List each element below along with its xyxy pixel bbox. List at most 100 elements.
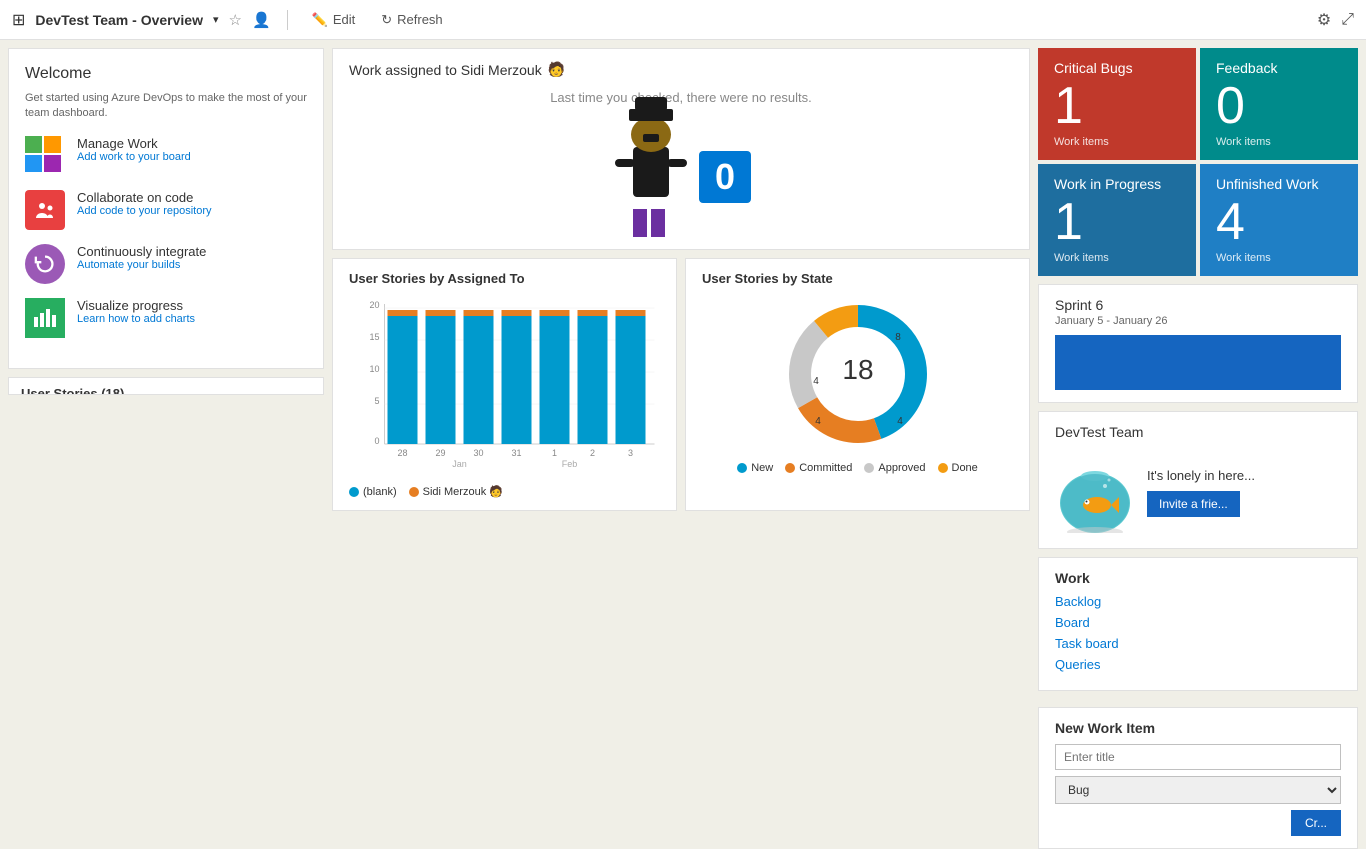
- edit-button[interactable]: ✏️ Edit: [304, 8, 364, 32]
- chevron-down-icon[interactable]: ▾: [213, 13, 219, 26]
- empty-message: Last time you checked, there were no res…: [550, 90, 812, 105]
- sprint-panel: Sprint 6 January 5 - January 26: [1038, 284, 1358, 403]
- bar-chart-svg: 20 15 10 5 0: [349, 294, 660, 474]
- donut-chart-legend: New Committed Approved Done: [702, 462, 1013, 474]
- sprint-title: Sprint 6: [1055, 297, 1341, 313]
- zero-badge: 0: [699, 151, 751, 203]
- welcome-desc: Get started using Azure DevOps to make t…: [25, 91, 307, 122]
- stat-feedback-number: 0: [1216, 80, 1342, 132]
- board-link[interactable]: Board: [1055, 615, 1341, 630]
- integrate-icon: [25, 244, 65, 284]
- stat-critical-bugs-title: Critical Bugs: [1054, 60, 1180, 76]
- visualize-icon: [25, 298, 65, 338]
- work-assigned-content: Last time you checked, there were no res…: [349, 86, 1013, 237]
- character-figure: [611, 117, 691, 237]
- svg-text:Feb: Feb: [562, 459, 578, 469]
- new-work-item-title: New Work Item: [1055, 720, 1341, 736]
- manage-work-title: Manage Work: [77, 136, 191, 151]
- backlog-link[interactable]: Backlog: [1055, 594, 1341, 609]
- left-column: Welcome Get started using Azure DevOps t…: [8, 48, 324, 378]
- work-assigned-title: Work assigned to Sidi Merzouk 🧑: [349, 61, 1013, 78]
- new-work-title-input[interactable]: [1055, 744, 1341, 770]
- visualize-link[interactable]: Learn how to add charts: [77, 313, 195, 325]
- work-links-panel: Work Backlog Board Task board Queries: [1038, 557, 1358, 691]
- stat-unfinished-number: 4: [1216, 196, 1342, 248]
- svg-text:3: 3: [628, 448, 633, 458]
- svg-text:8: 8: [895, 332, 901, 343]
- queries-link[interactable]: Queries: [1055, 657, 1341, 672]
- svg-text:15: 15: [369, 332, 379, 342]
- page-title: DevTest Team - Overview: [35, 12, 203, 28]
- fish-bowl: [1055, 448, 1135, 536]
- stat-critical-bugs-number: 1: [1054, 80, 1180, 132]
- task-board-link[interactable]: Task board: [1055, 636, 1341, 651]
- stat-wip-title: Work in Progress: [1054, 176, 1180, 192]
- manage-work-link[interactable]: Add work to your board: [77, 151, 191, 163]
- star-icon[interactable]: ☆: [229, 11, 242, 29]
- welcome-item-integrate: Continuously integrate Automate your bui…: [25, 244, 307, 284]
- stat-wip[interactable]: Work in Progress 1 Work items: [1038, 164, 1196, 276]
- stat-unfinished-subtitle: Work items: [1216, 252, 1342, 264]
- collaborate-icon: [25, 190, 65, 230]
- legend-new: New: [737, 462, 773, 474]
- sprint-dates: January 5 - January 26: [1055, 315, 1341, 327]
- svg-text:1: 1: [552, 448, 557, 458]
- stat-critical-bugs[interactable]: Critical Bugs 1 Work items: [1038, 48, 1196, 160]
- legend-approved: Approved: [864, 462, 925, 474]
- welcome-item-visualize: Visualize progress Learn how to add char…: [25, 298, 307, 338]
- svg-text:4: 4: [897, 416, 903, 427]
- svg-text:10: 10: [369, 364, 379, 374]
- stat-feedback-title: Feedback: [1216, 60, 1342, 76]
- create-work-item-button[interactable]: Cr...: [1291, 810, 1341, 836]
- stat-feedback[interactable]: Feedback 0 Work items: [1200, 48, 1358, 160]
- sprint-chart: [1055, 335, 1341, 390]
- svg-text:Jan: Jan: [452, 459, 467, 469]
- person-emoji: 🧑: [548, 61, 565, 78]
- stat-unfinished[interactable]: Unfinished Work 4 Work items: [1200, 164, 1358, 276]
- bottom-charts: User Stories by Assigned To 20 15 10 5 0: [332, 258, 1030, 511]
- right-column: Critical Bugs 1 Work items Feedback 0 Wo…: [1038, 48, 1358, 378]
- donut-chart-title: User Stories by State: [702, 271, 1013, 286]
- dashboard-icon: ⊞: [12, 10, 25, 30]
- work-assigned-panel: Work assigned to Sidi Merzouk 🧑 Last tim…: [332, 48, 1030, 250]
- devtest-panel: DevTest Team: [1038, 411, 1358, 549]
- invite-button[interactable]: Invite a frie...: [1147, 491, 1240, 517]
- svg-text:30: 30: [473, 448, 483, 458]
- bar-chart-legend: (blank) Sidi Merzouk 🧑: [349, 485, 660, 498]
- welcome-title: Welcome: [25, 65, 307, 83]
- expand-icon[interactable]: ⤢: [1341, 11, 1354, 29]
- collaborate-link[interactable]: Add code to your repository: [77, 205, 212, 217]
- settings-icon[interactable]: ⚙: [1317, 10, 1331, 30]
- topbar: ⊞ DevTest Team - Overview ▾ ☆ 👤 ✏️ Edit …: [0, 0, 1366, 40]
- new-work-item-panel: New Work Item Bug Cr...: [1038, 707, 1358, 849]
- bar-chart-panel: User Stories by Assigned To 20 15 10 5 0: [332, 258, 677, 511]
- character-illustration: 0: [611, 117, 751, 237]
- svg-text:20: 20: [369, 300, 379, 310]
- svg-text:5: 5: [374, 396, 379, 406]
- donut-chart-panel: User Stories by State: [685, 258, 1030, 511]
- person-icon[interactable]: 👤: [252, 11, 271, 29]
- divider: [287, 10, 288, 30]
- devtest-title: DevTest Team: [1055, 424, 1341, 440]
- stat-feedback-subtitle: Work items: [1216, 136, 1342, 148]
- legend-blank: (blank): [349, 485, 397, 498]
- svg-text:4: 4: [813, 376, 819, 387]
- refresh-button[interactable]: ↻ Refresh: [373, 8, 450, 32]
- fish-bowl-svg: [1055, 448, 1135, 533]
- user-stories-panel: User Stories (18) ID Work ... Title Assi…: [8, 377, 324, 395]
- work-links-title: Work: [1055, 570, 1341, 586]
- pencil-icon: ✏️: [312, 12, 328, 28]
- legend-committed: Committed: [785, 462, 852, 474]
- topbar-right: ⚙ ⤢: [1317, 10, 1354, 30]
- integrate-title: Continuously integrate: [77, 244, 206, 259]
- collaborate-title: Collaborate on code: [77, 190, 212, 205]
- integrate-link[interactable]: Automate your builds: [77, 259, 206, 271]
- new-work-type-select[interactable]: Bug: [1055, 776, 1341, 804]
- donut-wrapper: 18 8 4 4 4: [702, 294, 1013, 454]
- welcome-item-collaborate: Collaborate on code Add code to your rep…: [25, 190, 307, 230]
- manage-work-icon: [25, 136, 65, 176]
- svg-text:2: 2: [590, 448, 595, 458]
- svg-text:31: 31: [511, 448, 521, 458]
- donut-svg: 18 8 4 4 4: [778, 294, 938, 454]
- refresh-icon: ↻: [381, 12, 392, 28]
